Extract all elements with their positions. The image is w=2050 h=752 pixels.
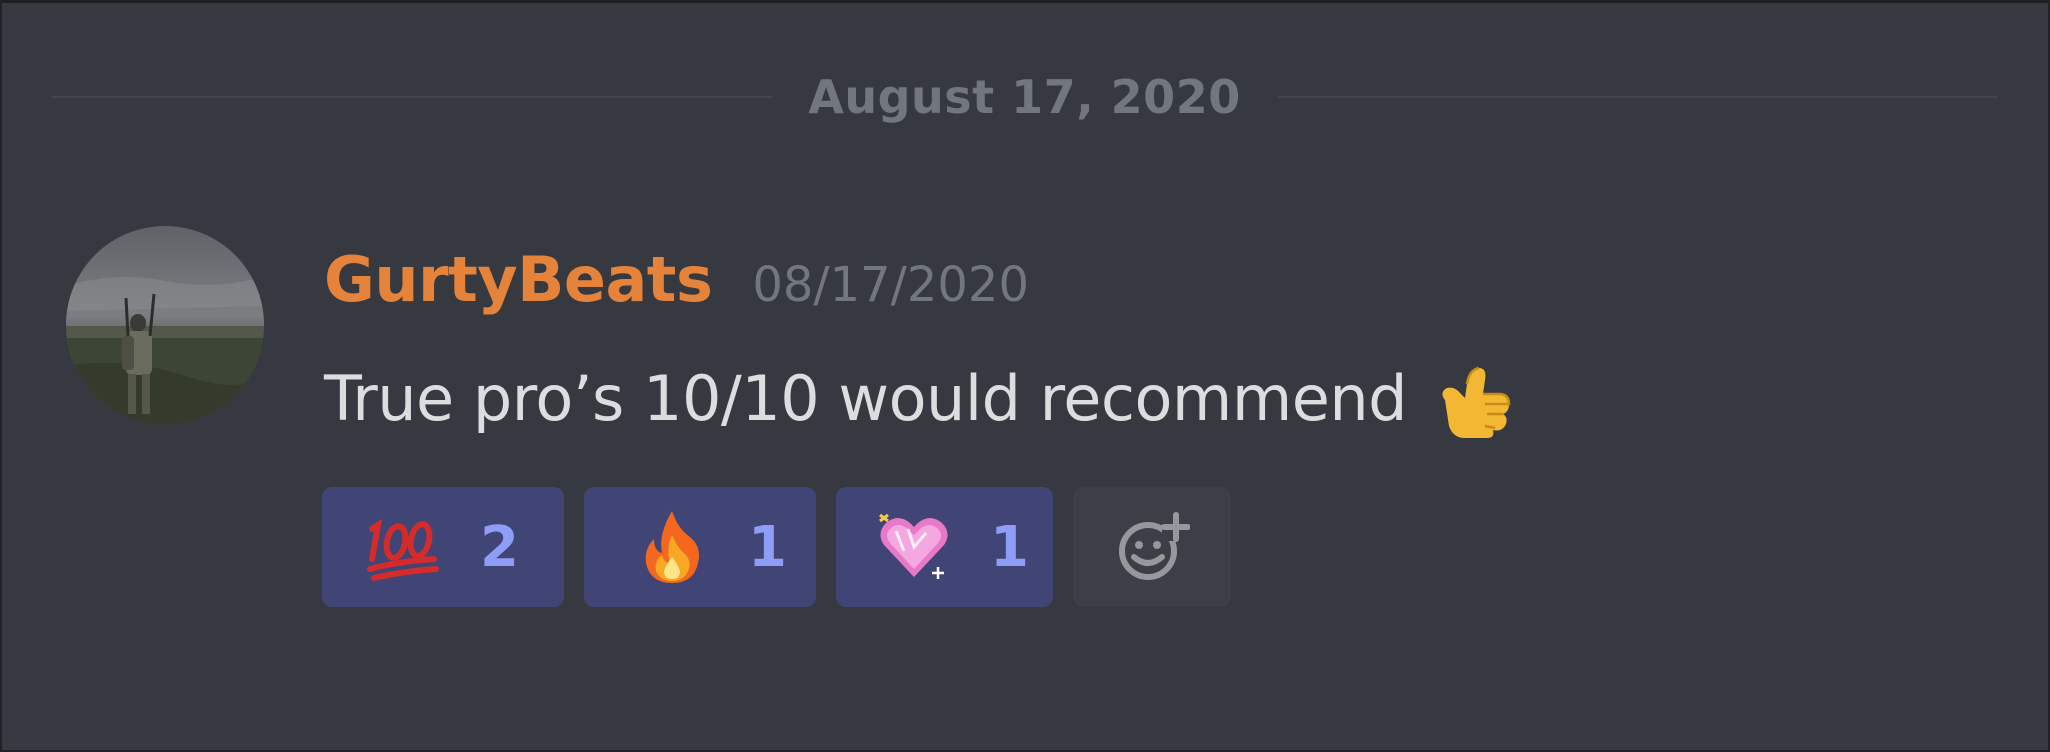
reaction-count: 2 <box>480 514 519 580</box>
message-header: GurtyBeats 08/17/2020 <box>324 243 1029 323</box>
username[interactable]: GurtyBeats <box>324 243 713 316</box>
message-text: True pro’s 10/10 would recommend <box>324 361 1408 435</box>
call-me-hand-icon <box>1442 366 1511 438</box>
message-content: True pro’s 10/10 would recommend <box>324 353 1521 443</box>
reaction-bar: 2 1 1 <box>322 487 1231 607</box>
date-divider: August 17, 2020 <box>52 65 1997 129</box>
fire-icon <box>645 511 699 583</box>
hundred-points-icon <box>367 518 439 581</box>
reaction-count: 1 <box>990 514 1029 580</box>
divider-date: August 17, 2020 <box>808 70 1241 124</box>
reaction-fire[interactable]: 1 <box>584 487 816 607</box>
divider-line-right <box>1277 96 1997 98</box>
message-timestamp: 08/17/2020 <box>752 257 1029 313</box>
chat-panel: August 17, 2020 GurtyBeats 08/17/2020 Tr… <box>0 0 2050 752</box>
sparkling-heart-icon <box>879 513 948 579</box>
divider-line-left <box>52 96 772 98</box>
add-reaction-button[interactable] <box>1073 487 1231 607</box>
avatar[interactable] <box>66 226 264 424</box>
reaction-hundred-points[interactable]: 2 <box>322 487 564 607</box>
add-reaction-icon <box>1119 512 1190 580</box>
reaction-count: 1 <box>748 514 787 580</box>
reaction-sparkling-heart[interactable]: 1 <box>836 487 1053 607</box>
